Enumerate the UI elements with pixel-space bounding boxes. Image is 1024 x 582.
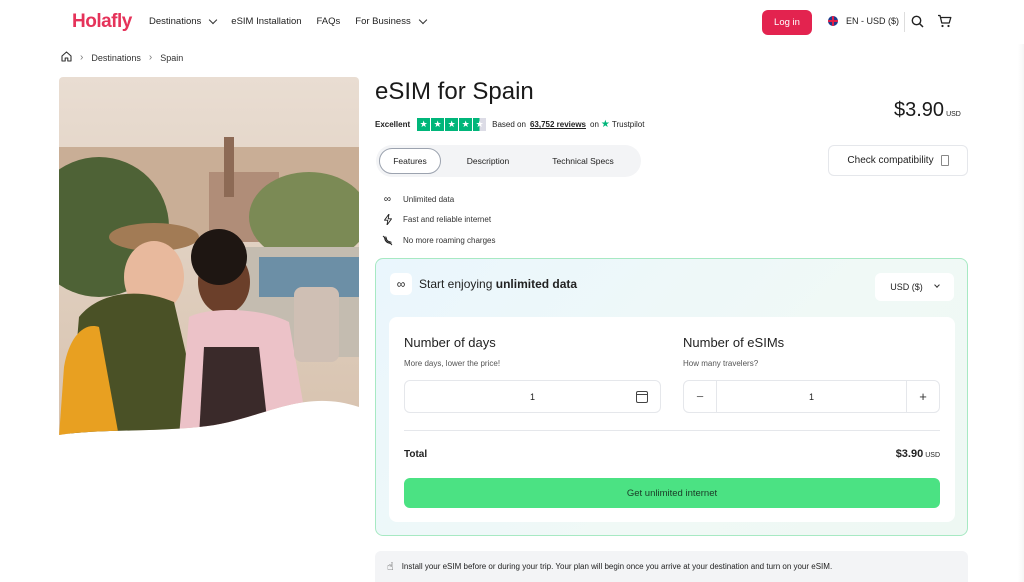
top-navigation: Holafly Destinations eSIM Installation F… (0, 0, 1024, 44)
nav-destinations[interactable]: Destinations (149, 15, 218, 27)
nav-for-business-label: For Business (355, 16, 411, 27)
breadcrumb-separator: › (148, 52, 153, 63)
esims-value[interactable]: 1 (717, 381, 906, 412)
rating-stars: ★ ★ ★ ★ ★ (417, 118, 487, 131)
chevron-down-icon (418, 15, 427, 24)
search-icon[interactable] (911, 15, 924, 33)
feature-item: No more roaming charges (381, 230, 495, 251)
feature-list: ∞ Unlimited data Fast and reliable inter… (381, 189, 495, 251)
plan-options-panel: Number of days More days, lower the pric… (389, 317, 955, 522)
divider (404, 430, 940, 431)
trustpilot-label: Trustpilot (611, 120, 645, 129)
increment-button[interactable]: + (906, 381, 939, 412)
infinity-icon: ∞ (383, 193, 392, 205)
plan-title-bold: unlimited data (495, 277, 578, 291)
feature-label: Unlimited data (403, 194, 455, 204)
feature-item: Fast and reliable internet (381, 210, 495, 231)
price-value: $3.90 (894, 99, 945, 121)
star-icon: ★ (459, 118, 473, 131)
hero-photo (59, 77, 359, 437)
page-title: eSIM for Spain (375, 78, 534, 105)
cart-icon[interactable] (937, 14, 952, 33)
hand-pointer-icon: ☝ (387, 561, 394, 573)
star-icon: ★ (445, 118, 459, 131)
holafly-logo[interactable]: Holafly (72, 11, 132, 33)
uk-flag-icon (828, 16, 838, 26)
product-tabs: Features Description Technical Specs (376, 145, 641, 177)
lightning-icon (381, 214, 394, 226)
language-selector[interactable]: EN - USD ($) (828, 16, 899, 26)
nav-esim-installation[interactable]: eSIM Installation (231, 16, 301, 27)
total-price: $3.90 USD (896, 448, 940, 460)
total-value: $3.90 (895, 448, 924, 460)
reviews-prefix: Based on (492, 120, 526, 129)
total-label: Total (404, 449, 428, 460)
rating-label: Excellent (375, 120, 411, 129)
install-notice-text: Install your eSIM before or during your … (401, 562, 833, 571)
home-icon[interactable] (61, 51, 72, 64)
trustpilot-star-icon: ★ (600, 119, 610, 130)
total-currency: USD (925, 452, 940, 459)
reviews-link[interactable]: 63,752 reviews (530, 120, 586, 129)
no-roaming-icon (381, 235, 394, 246)
chevron-down-icon (209, 15, 218, 24)
product-price: $3.90 USD (894, 99, 961, 122)
days-value: 1 (529, 391, 535, 402)
days-picker[interactable]: 1 (404, 380, 661, 413)
nav-for-business[interactable]: For Business (355, 15, 427, 27)
currency-select-value: USD ($) (890, 282, 923, 292)
get-unlimited-internet-button[interactable]: Get unlimited internet (404, 478, 940, 508)
breadcrumb-destinations[interactable]: Destinations (91, 53, 141, 63)
half-star-icon: ★ (473, 118, 487, 131)
check-compatibility-label: Check compatibility (847, 155, 934, 166)
feature-item: ∞ Unlimited data (381, 189, 495, 210)
nav-divider (904, 12, 905, 32)
document-check-icon (940, 155, 949, 166)
days-subtitle: More days, lower the price! (404, 359, 501, 368)
star-icon: ★ (417, 118, 431, 131)
trustpilot-logo[interactable]: ★ Trustpilot (601, 119, 645, 130)
esims-title: Number of eSIMs (683, 335, 785, 350)
nav-destinations-label: Destinations (149, 16, 202, 27)
nav-faqs[interactable]: FAQs (317, 16, 341, 27)
login-button[interactable]: Log in (762, 10, 812, 35)
breadcrumb: › Destinations › Spain (61, 51, 183, 64)
esims-stepper: − 1 + (683, 380, 940, 413)
tab-description[interactable]: Description (441, 148, 535, 174)
calendar-icon[interactable] (636, 391, 648, 403)
feature-label: No more roaming charges (403, 235, 496, 245)
trustpilot-rating: Excellent ★ ★ ★ ★ ★ Based on 63,752 revi… (375, 118, 644, 131)
esims-subtitle: How many travelers? (683, 359, 759, 368)
days-title: Number of days (404, 335, 496, 350)
plan-configurator: ∞ Start enjoying unlimited data USD ($) … (375, 258, 968, 536)
tab-technical-specs[interactable]: Technical Specs (535, 148, 631, 174)
nav-links: Destinations eSIM Installation FAQs For … (149, 15, 441, 27)
plan-title-prefix: Start enjoying (419, 277, 493, 291)
tab-features[interactable]: Features (379, 148, 441, 174)
star-icon: ★ (431, 118, 445, 131)
install-notice: ☝ Install your eSIM before or during you… (375, 551, 968, 582)
plan-header: ∞ Start enjoying unlimited data (390, 273, 577, 295)
currency-select[interactable]: USD ($) (875, 273, 954, 301)
check-compatibility-button[interactable]: Check compatibility (828, 145, 968, 176)
language-label: EN - USD ($) (846, 16, 900, 26)
chevron-down-icon (933, 282, 940, 288)
reviews-on: on (590, 120, 599, 129)
breadcrumb-separator: › (80, 52, 84, 63)
price-currency: USD (946, 111, 961, 118)
decrement-button[interactable]: − (684, 381, 717, 412)
page-scrollbar[interactable] (1018, 44, 1024, 582)
plan-title: Start enjoying unlimited data (419, 277, 577, 291)
feature-label: Fast and reliable internet (403, 215, 492, 225)
infinity-icon: ∞ (390, 273, 412, 295)
nav-esim-installation-label: eSIM Installation (231, 16, 302, 27)
nav-faqs-label: FAQs (316, 16, 341, 27)
breadcrumb-spain: Spain (160, 52, 184, 63)
